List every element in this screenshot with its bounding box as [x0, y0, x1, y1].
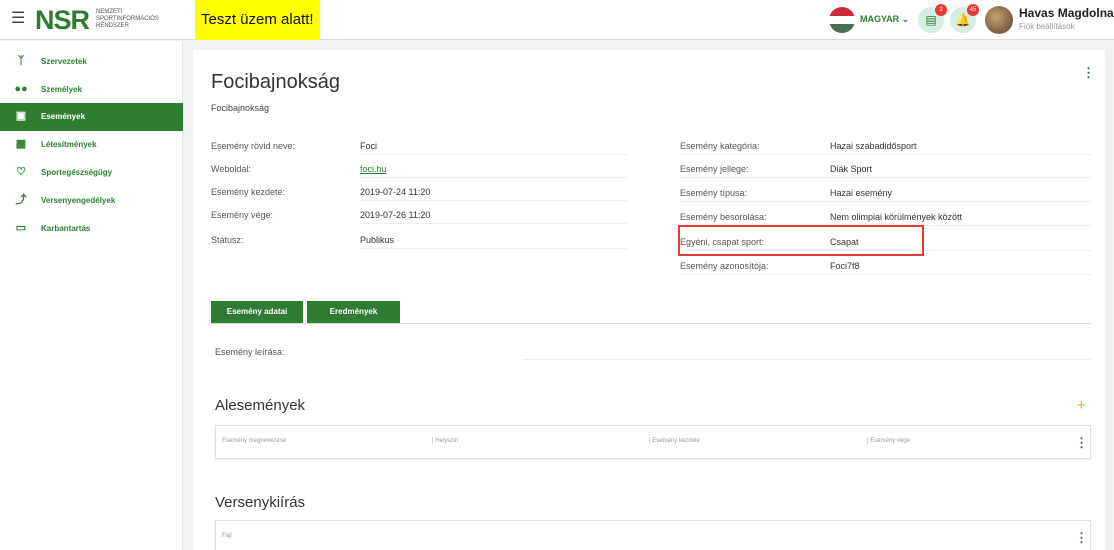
- column-header[interactable]: Esemény megnevezése: [222, 438, 286, 444]
- field-value-nature: Diák Sport: [830, 164, 873, 174]
- divider: [360, 154, 627, 155]
- field-value-type: Hazai esemény: [830, 188, 893, 198]
- field-label-event-id: Esemény azonosítója:: [680, 261, 769, 271]
- field-label-end: Esemény vége:: [211, 210, 274, 220]
- divider: [680, 177, 1091, 178]
- divider: [360, 200, 627, 201]
- field-label-category: Esemény kategória:: [680, 141, 760, 151]
- field-value-event-id: Foci7f8: [830, 261, 860, 271]
- field-label-type: Esemény típusa:: [680, 188, 748, 198]
- divider: [680, 154, 1091, 155]
- divider: [360, 248, 627, 249]
- competition-table: Fájl ⋮: [215, 520, 1091, 550]
- notifications-badge: 45: [967, 4, 979, 16]
- field-label-website: Weboldal:: [211, 164, 251, 174]
- nsr-logo[interactable]: NSR: [35, 6, 90, 34]
- logo-subtitle: Nemzeti Sportinformációs Rendszer: [96, 9, 159, 29]
- tab-results[interactable]: Eredmények: [307, 301, 400, 323]
- notifications-button[interactable]: 🔔 45: [950, 4, 979, 33]
- field-value-short-name: Foci: [360, 141, 378, 151]
- website-link[interactable]: foci.hu: [360, 164, 387, 174]
- column-header[interactable]: | Esemény vége: [867, 438, 910, 444]
- field-value-category: Hazai szabadidősport: [830, 141, 917, 151]
- sidebar-item-label: Karbantartás: [41, 224, 91, 233]
- user-name[interactable]: Havas Magdolna: [1019, 6, 1114, 20]
- more-options-icon[interactable]: ⋮: [1082, 66, 1095, 80]
- divider: [360, 223, 627, 224]
- page-subtitle: Focibajnokság: [211, 103, 270, 113]
- subevents-title: Alesemények: [215, 397, 306, 414]
- sidebar-item-sportegeszsegugy[interactable]: ♡ Sportegészségügy: [0, 159, 183, 187]
- field-value-classification: Nem olimpiai körülmények között: [830, 212, 963, 222]
- document-icon: ▤: [925, 13, 937, 27]
- sidebar-item-letesitmenyek[interactable]: ▩ Létesítmények: [0, 131, 183, 159]
- heart-icon: ♡: [16, 166, 26, 178]
- column-header[interactable]: Fájl: [222, 533, 232, 539]
- subevents-table: Esemény megnevezése | Helyszín | Esemény…: [215, 425, 1091, 459]
- top-header: ☰ NSR Nemzeti Sportinformációs Rendszer …: [0, 0, 1114, 40]
- language-selector[interactable]: MAGYAR ⌄: [860, 14, 909, 25]
- divider: [680, 201, 1091, 202]
- documents-button[interactable]: ▤ 2: [918, 4, 947, 33]
- bell-icon: 🔔: [955, 13, 971, 27]
- competition-title: Versenykiírás: [215, 494, 306, 511]
- calendar-icon: ▣: [15, 110, 27, 122]
- description-field[interactable]: [523, 359, 1091, 360]
- event-details-card: ⋮ Focibajnokság Focibajnokság Esemény rö…: [193, 50, 1105, 550]
- org-icon: ᛉ: [17, 55, 25, 67]
- sidebar-item-label: Versenyengedélyek: [41, 196, 116, 205]
- field-value-start: 2019-07-24 11:20: [360, 187, 431, 197]
- field-label-status: Státusz:: [211, 235, 244, 245]
- divider: [680, 274, 1091, 275]
- column-header[interactable]: | Helyszín: [432, 438, 458, 444]
- table-options-icon[interactable]: ⋮: [1075, 531, 1088, 545]
- documents-badge: 2: [935, 4, 947, 16]
- clipboard-icon: ▭: [15, 222, 27, 234]
- field-label-short-name: Esemény rövid neve:: [211, 141, 296, 151]
- people-icon: ●●: [14, 83, 28, 95]
- field-value-status: Publikus: [360, 235, 395, 245]
- sidebar-item-szervezetek[interactable]: ᛉ Szervezetek: [0, 48, 183, 76]
- column-header[interactable]: | Esemény kezdete: [649, 438, 700, 444]
- sidebar-item-label: Személyek: [41, 85, 82, 94]
- field-label-nature: Esemény jellege:: [680, 164, 749, 174]
- sidebar-item-karbantartas[interactable]: ▭ Karbantartás: [0, 215, 183, 243]
- sidebar-item-label: Események: [41, 112, 86, 121]
- description-label: Esemény leírása:: [215, 347, 285, 357]
- sidebar-item-label: Szervezetek: [41, 57, 87, 66]
- sidebar: ᛉ Szervezetek ●● Személyek ▣ Események ▩…: [0, 41, 183, 550]
- sidebar-item-label: Létesítmények: [41, 140, 97, 149]
- sidebar-item-esemenyek[interactable]: ▣ Események: [0, 103, 183, 131]
- test-mode-banner: Teszt üzem alatt!: [195, 0, 320, 40]
- page-title: Focibajnokság: [211, 71, 340, 93]
- tab-event-data[interactable]: Esemény adatai: [211, 301, 303, 323]
- table-options-icon[interactable]: ⋮: [1075, 436, 1088, 450]
- divider: [360, 177, 627, 178]
- highlight-box: [678, 225, 924, 256]
- field-value-end: 2019-07-26 11:20: [360, 210, 431, 220]
- field-label-start: Esemény kezdete:: [211, 187, 286, 197]
- runner-icon: ⤴: [15, 194, 27, 206]
- hungarian-flag-icon[interactable]: [829, 7, 855, 33]
- add-subevent-icon[interactable]: +: [1077, 397, 1086, 414]
- tab-divider: [211, 323, 1091, 324]
- account-settings-link[interactable]: Fiók beállítások: [1019, 22, 1075, 31]
- sidebar-item-szemelyek[interactable]: ●● Személyek: [0, 76, 183, 104]
- sidebar-item-label: Sportegészségügy: [41, 168, 113, 177]
- sidebar-item-versenyengedelyek[interactable]: ⤴ Versenyengedélyek: [0, 187, 183, 215]
- field-label-classification: Esemény besorolása:: [680, 212, 767, 222]
- building-icon: ▩: [15, 138, 27, 150]
- hamburger-menu-icon[interactable]: ☰: [11, 10, 25, 28]
- avatar[interactable]: [985, 6, 1013, 34]
